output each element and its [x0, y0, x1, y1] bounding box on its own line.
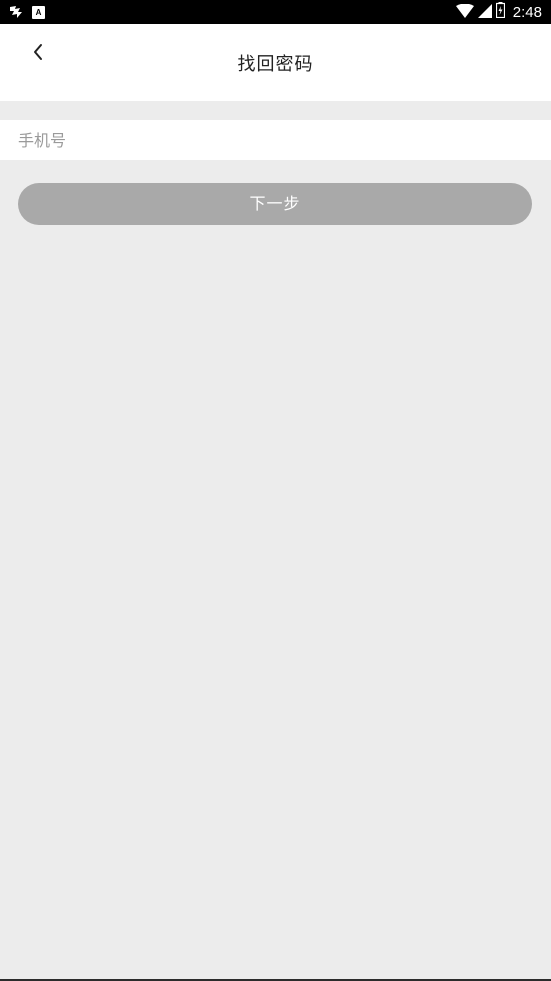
battery-icon: [495, 2, 505, 22]
status-left-icons: A: [8, 4, 45, 20]
next-step-button[interactable]: 下一步: [18, 183, 532, 225]
phone-input[interactable]: [18, 120, 533, 160]
a-notification-icon: A: [32, 5, 45, 19]
page-title: 找回密码: [237, 54, 314, 75]
wifi-icon: [455, 3, 474, 22]
phone-input-row: [0, 120, 551, 160]
signal-icon: [477, 3, 492, 22]
status-time: 2:48: [512, 3, 542, 21]
status-bar: A 2:48: [0, 0, 551, 24]
header: 找回密码: [0, 24, 551, 101]
app-notification-icon: [8, 4, 24, 20]
status-right-icons: 2:48: [455, 2, 542, 22]
